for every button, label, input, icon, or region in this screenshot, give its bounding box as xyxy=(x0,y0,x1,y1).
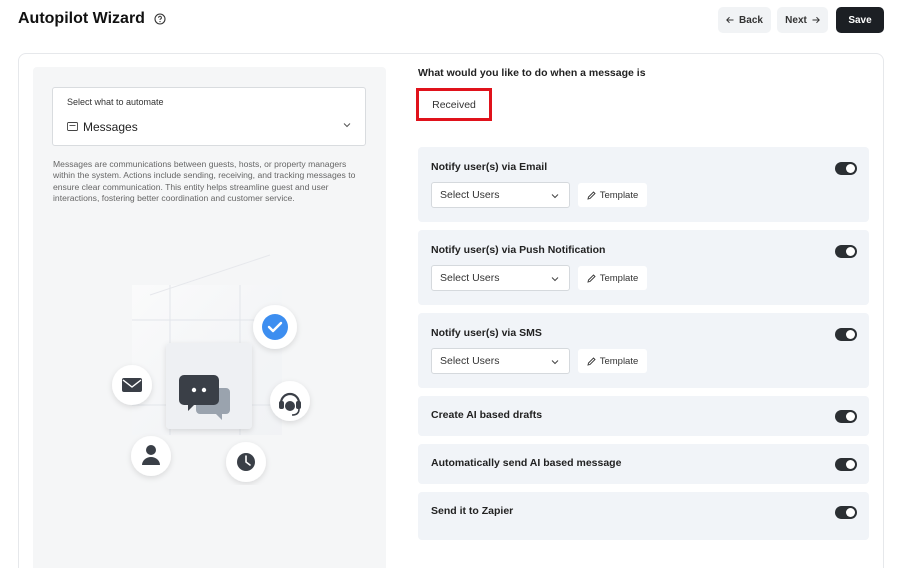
ai-send-toggle[interactable] xyxy=(835,458,857,471)
users-select-value: Select Users xyxy=(440,355,500,367)
push-toggle[interactable] xyxy=(835,245,857,258)
pencil-icon xyxy=(587,356,596,366)
mail-icon xyxy=(112,365,152,405)
automate-select[interactable]: Select what to automate Messages xyxy=(52,87,366,146)
users-select-value: Select Users xyxy=(440,189,500,201)
entity-description: Messages are communications between gues… xyxy=(53,159,356,204)
option-title: Create AI based drafts xyxy=(431,409,543,421)
chevron-down-icon xyxy=(551,194,559,199)
next-button[interactable]: Next xyxy=(777,7,828,33)
user-icon xyxy=(131,436,171,476)
check-circle-icon xyxy=(253,305,297,349)
help-circle-icon[interactable] xyxy=(154,13,166,25)
template-button-label: Template xyxy=(599,272,639,284)
next-button-label: Next xyxy=(785,14,807,26)
sms-template-button[interactable]: Template xyxy=(578,349,647,373)
save-button[interactable]: Save xyxy=(836,7,884,33)
email-template-button[interactable]: Template xyxy=(578,183,647,207)
option-title: Send it to Zapier xyxy=(431,505,514,517)
option-title: Notify user(s) via SMS xyxy=(431,327,542,339)
option-card-sms: Notify user(s) via SMS Select Users Temp… xyxy=(418,313,869,388)
arrow-right-icon xyxy=(812,16,820,24)
mail-icon xyxy=(67,122,78,131)
trigger-select[interactable]: Received xyxy=(416,88,492,121)
email-toggle[interactable] xyxy=(835,162,857,175)
push-users-select[interactable]: Select Users xyxy=(431,265,570,291)
chevron-down-icon xyxy=(343,123,351,128)
pencil-icon xyxy=(587,273,596,283)
users-select-value: Select Users xyxy=(440,272,500,284)
page-title: Autopilot Wizard xyxy=(18,10,145,27)
chevron-down-icon xyxy=(551,360,559,365)
pencil-icon xyxy=(587,190,596,200)
page-header: Autopilot Wizard Back Next Save xyxy=(0,0,901,40)
chevron-down-icon xyxy=(551,277,559,282)
headset-icon xyxy=(270,381,310,421)
back-button-label: Back xyxy=(739,14,763,26)
option-title: Notify user(s) via Email xyxy=(431,161,548,173)
arrow-left-icon xyxy=(726,16,734,24)
option-card-ai-send: Automatically send AI based message xyxy=(418,444,869,484)
template-button-label: Template xyxy=(599,189,639,201)
option-card-ai-drafts: Create AI based drafts xyxy=(418,396,869,436)
option-card-email: Notify user(s) via Email Select Users Te… xyxy=(418,147,869,222)
push-template-button[interactable]: Template xyxy=(578,266,647,290)
automate-select-value: Messages xyxy=(83,120,138,134)
sms-users-select[interactable]: Select Users xyxy=(431,348,570,374)
template-button-label: Template xyxy=(599,355,639,367)
ai-drafts-toggle[interactable] xyxy=(835,410,857,423)
back-button[interactable]: Back xyxy=(718,7,771,33)
messaging-illustration xyxy=(112,254,310,482)
option-card-zapier: Send it to Zapier xyxy=(418,492,869,540)
zapier-toggle[interactable] xyxy=(835,506,857,519)
automate-select-label: Select what to automate xyxy=(67,97,164,107)
option-title: Notify user(s) via Push Notification xyxy=(431,244,606,256)
trigger-question: What would you like to do when a message… xyxy=(418,67,646,79)
sms-toggle[interactable] xyxy=(835,328,857,341)
option-title: Automatically send AI based message xyxy=(431,457,622,469)
email-users-select[interactable]: Select Users xyxy=(431,182,570,208)
clock-icon xyxy=(226,442,266,482)
option-card-push: Notify user(s) via Push Notification Sel… xyxy=(418,230,869,305)
